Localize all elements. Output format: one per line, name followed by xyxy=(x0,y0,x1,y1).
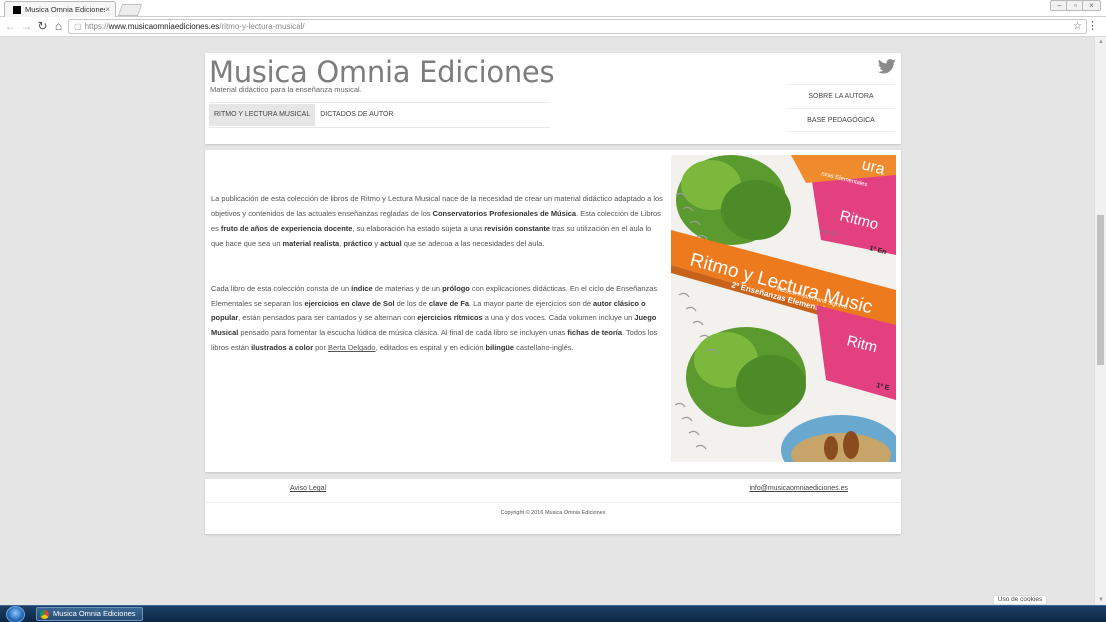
new-tab-button[interactable] xyxy=(117,4,143,16)
text-run: por xyxy=(313,343,328,353)
text-run: , editados es espiral y en edición xyxy=(375,343,486,353)
bold-run: ilustrados a color xyxy=(251,343,314,353)
bookmark-star-icon[interactable]: ☆ xyxy=(1073,20,1082,33)
url-scheme: https:// xyxy=(84,22,109,31)
site-title[interactable]: Musica Omnia Ediciones xyxy=(209,55,555,89)
nav-item-sobre-la-autora[interactable]: SOBRE LA AUTORA xyxy=(787,84,895,108)
scroll-down-icon[interactable]: ▼ xyxy=(1098,597,1104,603)
book-cover-image: Ritmo 1º En ura nzas Elementales Ana Fer… xyxy=(671,155,896,462)
bold-run: bilingüe xyxy=(485,343,515,353)
menu-dots-icon[interactable]: ⋮ xyxy=(1087,20,1098,33)
scrollbar-thumb[interactable] xyxy=(1097,215,1104,365)
nav-item-ritmo-y-lectura[interactable]: RITMO Y LECTURA MUSICAL xyxy=(209,104,316,126)
bold-run: Conservatorios Profesionales de Música xyxy=(432,208,577,218)
cookie-badge[interactable]: Uso de cookies xyxy=(993,595,1047,605)
os-taskbar: Musica Omnia Ediciones xyxy=(0,605,1106,622)
side-nav: SOBRE LA AUTORA BASE PEDAGÓGICA xyxy=(787,84,895,132)
tab-title: Musica Omnia Ediciones xyxy=(25,5,106,14)
bold-run: prólogo xyxy=(442,283,470,293)
text-run: , están pensados para ser cantados y se … xyxy=(238,313,418,323)
article-paragraph-2: Cada libro de esta colección consta de u… xyxy=(211,282,663,357)
url-host: www.musicaomniaediciones.es xyxy=(108,22,220,31)
close-window-icon[interactable]: × xyxy=(1082,0,1101,11)
text-run: de materias y de un xyxy=(372,283,443,293)
bold-run: ejercicios en clave de Sol xyxy=(304,298,395,308)
url-path: /ritmo-y-lectura-musical/ xyxy=(219,22,305,31)
aviso-legal-link[interactable]: Aviso Legal xyxy=(290,485,326,492)
twitter-icon[interactable] xyxy=(878,59,896,74)
text-run: , su elaboración ha estado sujeta a una xyxy=(352,223,485,233)
text-run: que se adecua a las necesidades del aula… xyxy=(401,238,545,248)
site-header: Musica Omnia Ediciones Material didáctic… xyxy=(205,53,901,144)
page-scrollbar[interactable]: ▲ ▼ xyxy=(1094,37,1106,605)
back-arrow-icon[interactable]: ← xyxy=(4,20,17,33)
text-run: pensado para fomentar la escucha lúdica … xyxy=(238,328,568,338)
text-run: . La mayor parte de ejercicios son de xyxy=(469,298,594,308)
illustrator-link[interactable]: Berta Delgado xyxy=(328,343,376,352)
tab-close-icon[interactable]: × xyxy=(105,5,110,14)
reload-icon[interactable]: ↻ xyxy=(36,20,49,33)
nav-divider xyxy=(209,127,550,128)
main-content: La publicación de esta colección de libr… xyxy=(205,150,901,472)
browser-tab[interactable]: Musica Omnia Ediciones × xyxy=(4,1,116,17)
email-link[interactable]: info@musicaomniaediciones.es xyxy=(749,485,848,492)
bold-run: material realista xyxy=(282,238,340,248)
footer-divider xyxy=(205,502,901,503)
text-run: de los de xyxy=(394,298,429,308)
taskbar-app-button[interactable]: Musica Omnia Ediciones xyxy=(36,607,143,621)
nav-item-dictados-de-autor[interactable]: DICTADOS DE AUTOR xyxy=(315,104,398,126)
browser-toolbar: ← → ↻ ⌂ ▢ https://www.musicaomniaedicione… xyxy=(0,17,1106,37)
text-run: Cada libro de esta colección consta de u… xyxy=(211,283,352,293)
bold-run: práctico xyxy=(343,238,373,248)
home-icon[interactable]: ⌂ xyxy=(52,20,65,33)
forward-arrow-icon[interactable]: → xyxy=(20,20,33,33)
nav-divider xyxy=(209,102,550,103)
chrome-icon xyxy=(40,610,49,619)
text-run: castellano-inglés. xyxy=(514,343,574,353)
page-info-icon[interactable]: ▢ xyxy=(74,22,82,31)
bold-run: clave de Fa xyxy=(428,298,470,308)
main-nav: RITMO Y LECTURA MUSICAL DICTADOS DE AUTO… xyxy=(209,104,398,126)
article-paragraph-1: La publicación de esta colección de libr… xyxy=(211,192,663,252)
site-tagline: Material didáctico para la enseñanza mus… xyxy=(210,85,362,94)
address-bar[interactable]: ▢ https://www.musicaomniaediciones.es/rit… xyxy=(68,19,1087,34)
bold-run: fichas de teoría xyxy=(567,328,622,338)
bold-run: índice xyxy=(351,283,373,293)
site-footer: Aviso Legal info@musicaomniaediciones.es… xyxy=(205,479,901,534)
windows-start-icon[interactable] xyxy=(6,606,25,622)
bold-run: ejercicios rítmicos xyxy=(417,313,483,323)
text-run: y xyxy=(372,238,381,248)
tab-strip: Musica Omnia Ediciones × – ▫ × xyxy=(0,0,1106,17)
copyright-text: Copyright © 2016 Musica Omnia Ediciones xyxy=(500,510,606,516)
bold-run: fruto de años de experiencia docente xyxy=(220,223,353,233)
bold-run: revisión constante xyxy=(484,223,550,233)
article-body: La publicación de esta colección de libr… xyxy=(211,192,663,386)
site-favicon-icon xyxy=(13,5,21,14)
taskbar-app-label: Musica Omnia Ediciones xyxy=(53,609,136,618)
text-run: a una y dos voces. Cada volumen incluye … xyxy=(482,313,635,323)
scroll-up-icon[interactable]: ▲ xyxy=(1098,39,1104,45)
nav-item-base-pedagogica[interactable]: BASE PEDAGÓGICA xyxy=(787,108,895,132)
bold-run: actual xyxy=(380,238,402,248)
